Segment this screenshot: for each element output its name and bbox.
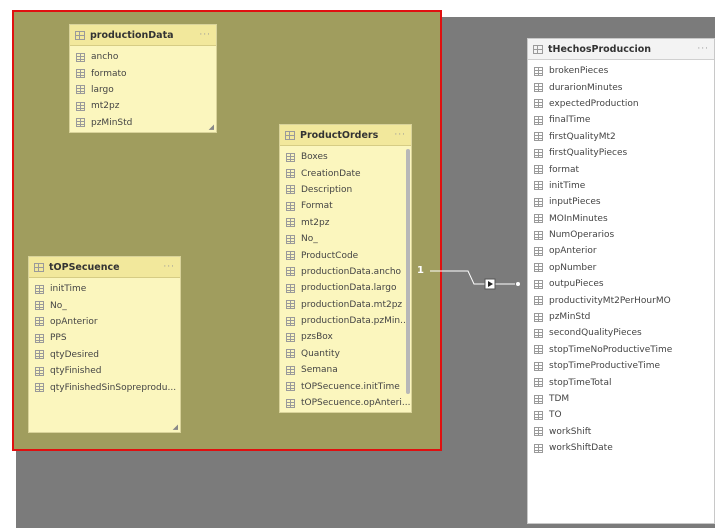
cardinality-one-label: 1: [417, 265, 424, 276]
relationship-line[interactable]: [0, 0, 715, 528]
relationship-end-dot: [516, 282, 520, 286]
model-canvas[interactable]: productionData ··· ancho formato largo mt2p…: [0, 0, 715, 528]
